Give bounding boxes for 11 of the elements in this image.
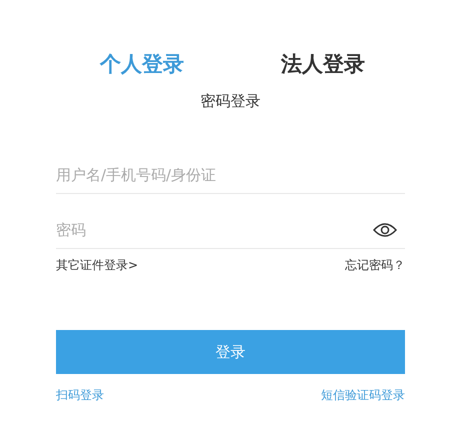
- forgot-password-link[interactable]: 忘记密码？: [345, 257, 405, 274]
- qr-login-link[interactable]: 扫码登录: [56, 387, 104, 404]
- login-subtitle: 密码登录: [200, 92, 260, 111]
- other-id-login-link[interactable]: 其它证件登录>: [56, 257, 138, 274]
- sms-login-link[interactable]: 短信验证码登录: [321, 387, 405, 404]
- password-field[interactable]: 密码: [56, 221, 373, 239]
- eye-icon[interactable]: [373, 222, 397, 238]
- login-tab[interactable]: 法人登录: [281, 50, 365, 78]
- username-field[interactable]: 用户名/手机号码/身份证: [56, 166, 405, 184]
- login-button[interactable]: 登录: [56, 330, 405, 374]
- login-tab[interactable]: 个人登录: [100, 50, 184, 78]
